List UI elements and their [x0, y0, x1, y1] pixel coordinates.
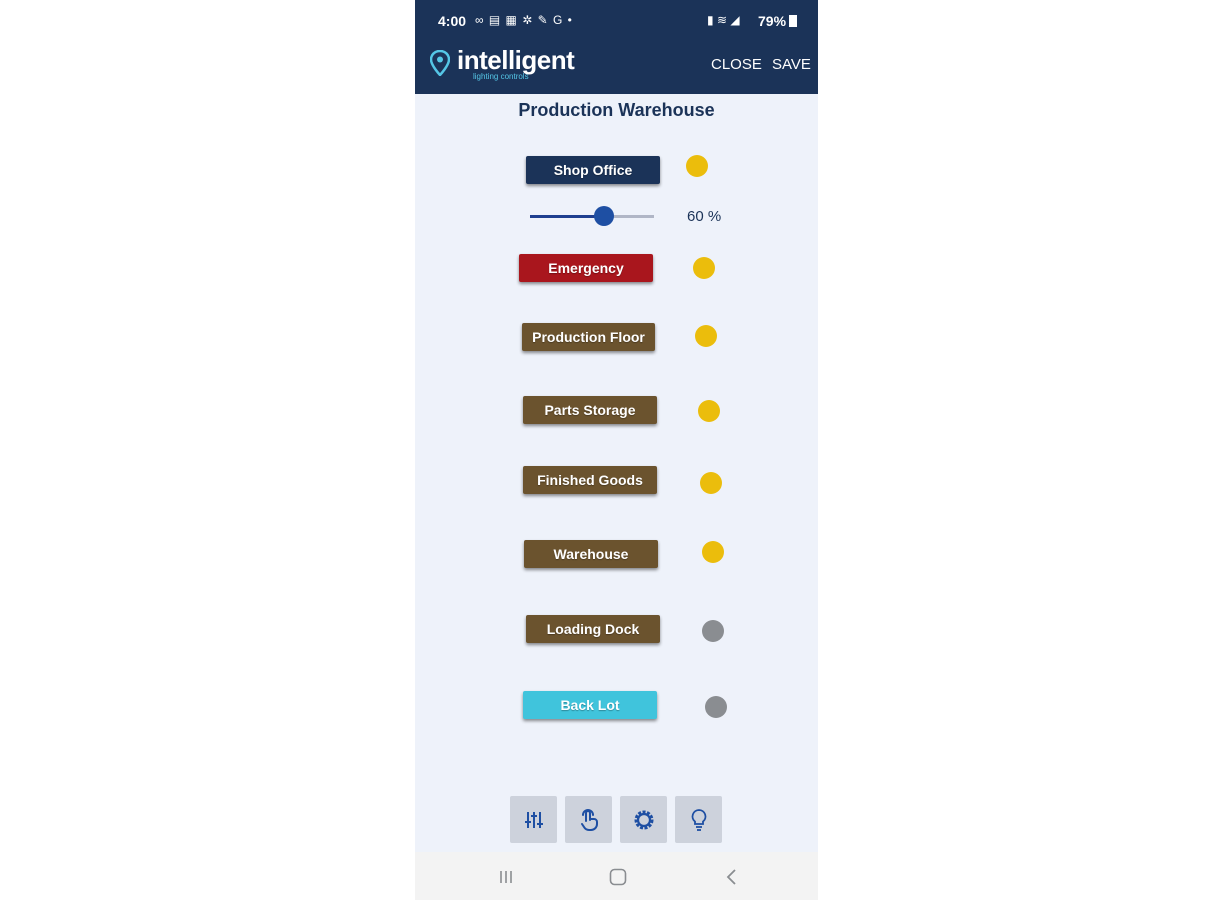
app-header: 4:00 ∞ ▤ ▦ ✲ ✎ G • ▮ ≋ ◢ 79% intelligent… — [415, 0, 818, 94]
zone-button-production-floor[interactable]: Production Floor — [522, 323, 655, 351]
logo-subtitle: lighting controls — [473, 72, 529, 81]
zone-button-finished-goods[interactable]: Finished Goods — [523, 466, 657, 494]
slider-track-filled — [530, 215, 604, 218]
zone-button-warehouse[interactable]: Warehouse — [524, 540, 658, 568]
phone-screen: 4:00 ∞ ▤ ▦ ✲ ✎ G • ▮ ≋ ◢ 79% intelligent… — [415, 0, 818, 900]
recent-apps-icon — [500, 871, 512, 883]
zone-status-indicator — [705, 696, 727, 718]
dimmer-slider[interactable] — [530, 205, 654, 227]
sliders-icon — [524, 811, 543, 828]
touch-icon — [580, 808, 598, 831]
bulb-icon — [691, 808, 706, 831]
status-time: 4:00 — [438, 13, 467, 29]
page-title: Production Warehouse — [518, 100, 715, 120]
back-icon — [726, 869, 736, 885]
touch-button[interactable] — [565, 796, 612, 843]
back-button[interactable] — [717, 864, 747, 890]
zone-button-parts-storage[interactable]: Parts Storage — [523, 396, 657, 424]
home-button[interactable] — [603, 864, 633, 890]
sliders-button[interactable] — [510, 796, 557, 843]
zone-status-indicator — [698, 400, 720, 422]
dimmer-value: 60 % — [687, 208, 722, 225]
navigation-bar — [415, 852, 818, 900]
zone-status-indicator — [693, 257, 715, 279]
zone-button-loading-dock[interactable]: Loading Dock — [526, 615, 660, 643]
bulb-button[interactable] — [675, 796, 722, 843]
zone-status-indicator — [700, 472, 722, 494]
location-pin-icon — [430, 50, 450, 76]
zone-status-indicator — [702, 541, 724, 563]
settings-button[interactable] — [620, 796, 667, 843]
zone-status-indicator — [686, 155, 708, 177]
notification-icons: ∞ ▤ ▦ ✲ ✎ G • — [475, 13, 573, 27]
status-bar: 4:00 ∞ ▤ ▦ ✲ ✎ G • ▮ ≋ ◢ 79% — [415, 0, 818, 40]
zone-button-shop-office[interactable]: Shop Office — [526, 156, 660, 184]
zone-status-indicator — [695, 325, 717, 347]
save-button[interactable]: SAVE — [772, 56, 811, 73]
zone-status-indicator — [702, 620, 724, 642]
zone-button-back-lot[interactable]: Back Lot — [523, 691, 657, 719]
battery-level: 79% — [758, 13, 787, 29]
gear-icon — [634, 810, 653, 829]
signal-icons: ▮ ≋ ◢ — [707, 13, 740, 27]
close-button[interactable]: CLOSE — [711, 56, 762, 73]
home-icon — [609, 868, 627, 886]
zone-button-emergency[interactable]: Emergency — [519, 254, 653, 282]
slider-thumb[interactable] — [594, 206, 614, 226]
battery-icon — [789, 15, 797, 27]
recent-apps-button[interactable] — [491, 864, 521, 890]
